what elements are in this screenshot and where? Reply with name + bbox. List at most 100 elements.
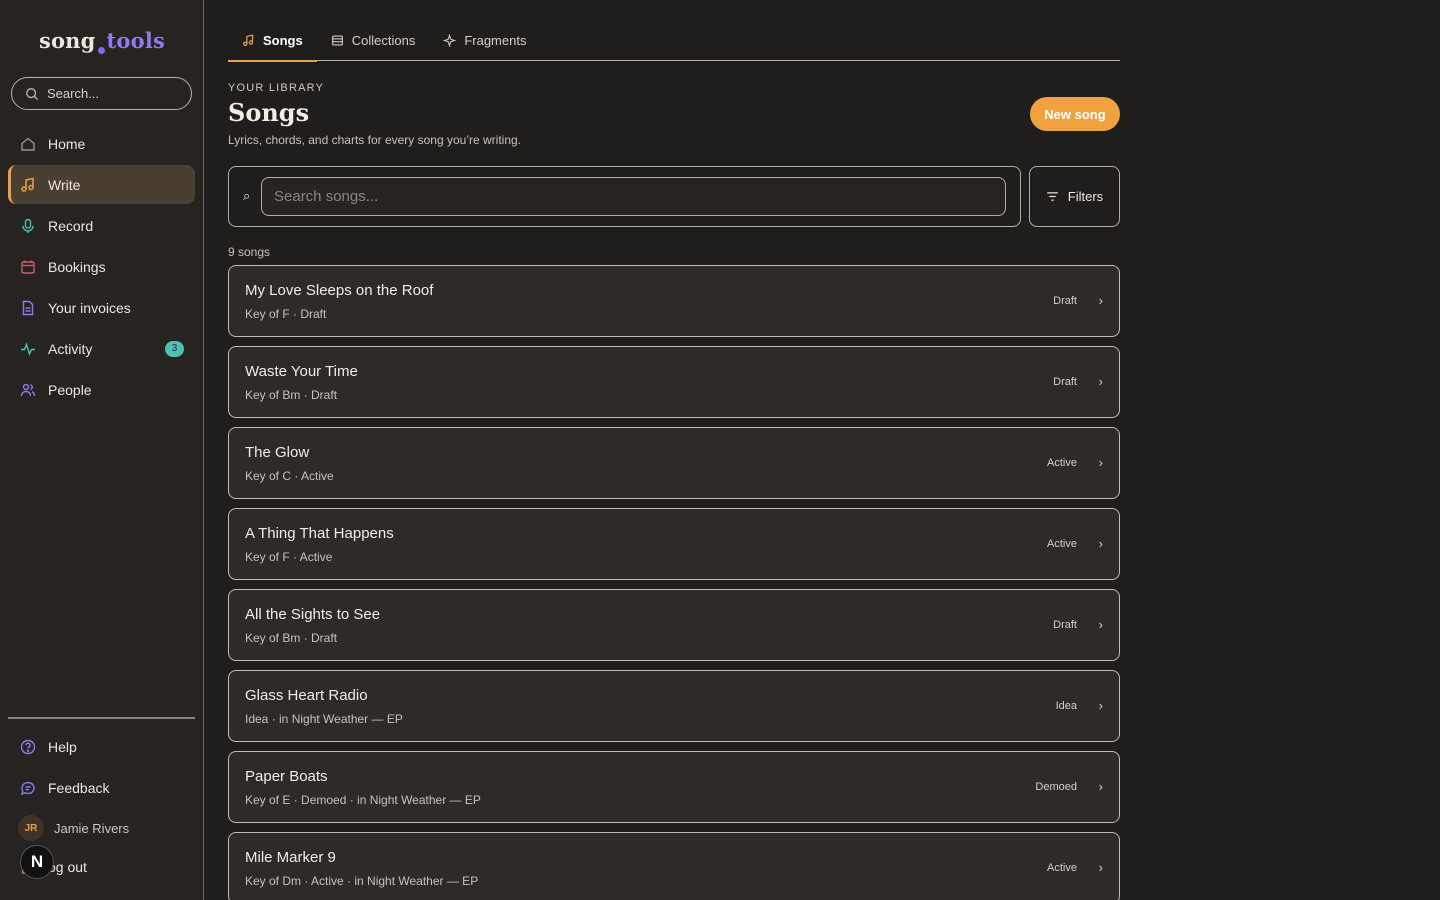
song-meta: Key of Dm · Active · in Night Weather — … <box>245 874 479 888</box>
sidebar-item-label: Activity <box>48 340 93 357</box>
music-note-icon <box>243 33 254 46</box>
song-meta: Idea · in Night Weather — EP <box>245 712 403 726</box>
chevron-right-icon: › <box>1098 617 1103 632</box>
logo-part-1: song <box>38 28 96 53</box>
song-search-input[interactable] <box>261 177 1006 216</box>
main-content: Songs Collections Fragments YOUR LIBRARY… <box>204 0 1440 900</box>
song-status: Draft <box>1053 619 1077 631</box>
sidebar-item-activity[interactable]: Activity 3 <box>8 329 195 368</box>
music-note-icon <box>21 177 34 192</box>
sidebar: song tools Home Write Record Bookings <box>0 0 204 900</box>
page-title: Songs <box>228 98 310 127</box>
invoice-icon <box>22 300 34 315</box>
sidebar-item-label: Home <box>48 135 86 152</box>
tab-collections[interactable]: Collections <box>317 20 430 60</box>
people-icon <box>20 383 36 396</box>
sidebar-item-label: Feedback <box>48 779 110 796</box>
sidebar-item-write[interactable]: Write <box>8 165 195 204</box>
logo-part-2: tools <box>106 28 166 53</box>
tab-label: Songs <box>263 32 303 48</box>
tab-songs[interactable]: Songs <box>228 20 317 62</box>
sidebar-search-input[interactable] <box>47 86 177 101</box>
song-status: Draft <box>1053 376 1077 388</box>
chevron-right-icon: › <box>1098 293 1103 308</box>
chevron-right-icon: › <box>1098 374 1103 389</box>
tab-label: Fragments <box>464 32 527 48</box>
user-name: Jamie Rivers <box>54 820 130 836</box>
song-title: All the Sights to See <box>245 606 381 623</box>
chat-bubble-icon <box>20 781 35 795</box>
song-title: A Thing That Happens <box>245 525 394 542</box>
filters-button[interactable]: Filters <box>1029 166 1120 227</box>
sidebar-item-label: People <box>48 381 92 398</box>
sparkle-icon <box>443 33 457 47</box>
user-profile[interactable]: JR Jamie Rivers <box>8 809 195 847</box>
tab-bar: Songs Collections Fragments <box>228 20 1120 62</box>
song-card[interactable]: Waste Your Time Key of Bm · Draft Draft … <box>228 346 1120 418</box>
song-card[interactable]: My Love Sleeps on the Roof Key of F · Dr… <box>228 265 1120 337</box>
song-title: My Love Sleeps on the Roof <box>245 282 434 299</box>
chevron-right-icon: › <box>1098 455 1103 470</box>
song-list: My Love Sleeps on the Roof Key of F · Dr… <box>228 265 1120 900</box>
sidebar-item-home[interactable]: Home <box>8 124 195 163</box>
song-card[interactable]: Mile Marker 9 Key of Dm · Active · in Ni… <box>228 832 1120 900</box>
sidebar-item-label: Help <box>48 738 77 755</box>
song-search-panel: ⌕ <box>228 166 1021 227</box>
song-status: Draft <box>1053 295 1077 307</box>
section-eyebrow: YOUR LIBRARY <box>228 82 325 94</box>
song-meta: Key of E · Demoed · in Night Weather — E… <box>245 793 481 807</box>
collection-icon <box>331 34 343 46</box>
n-floating-badge[interactable]: N <box>20 845 54 879</box>
sidebar-item-invoices[interactable]: Your invoices <box>8 288 195 327</box>
song-card[interactable]: All the Sights to See Key of Bm · Draft … <box>228 589 1120 661</box>
sidebar-item-label: Write <box>48 176 81 193</box>
sidebar-item-label: Record <box>48 217 94 234</box>
song-status: Idea <box>1055 700 1077 712</box>
logo[interactable]: song tools <box>0 28 204 54</box>
song-status: Active <box>1047 538 1077 550</box>
song-status: Active <box>1047 862 1077 874</box>
sidebar-item-people[interactable]: People <box>8 370 195 409</box>
song-title: Mile Marker 9 <box>245 849 336 866</box>
chevron-right-icon: › <box>1098 860 1103 875</box>
song-title: Paper Boats <box>245 768 328 785</box>
chevron-right-icon: › <box>1098 779 1103 794</box>
sidebar-nav: Home Write Record Bookings Your invoices… <box>8 124 195 411</box>
song-card[interactable]: Paper Boats Key of E · Demoed · in Night… <box>228 751 1120 823</box>
song-title: Glass Heart Radio <box>245 687 368 704</box>
song-status: Active <box>1047 457 1077 469</box>
activity-icon <box>21 341 35 356</box>
calendar-icon <box>21 260 35 274</box>
sidebar-item-label: Your invoices <box>48 299 131 316</box>
home-icon <box>21 137 35 151</box>
sidebar-divider <box>8 717 195 719</box>
filters-label: Filters <box>1067 189 1104 204</box>
sidebar-item-record[interactable]: Record <box>8 206 195 245</box>
microphone-icon <box>22 218 34 233</box>
song-meta: Key of C · Active <box>245 469 334 483</box>
sidebar-item-help[interactable]: Help <box>8 727 195 766</box>
song-meta: Key of F · Draft <box>245 307 327 321</box>
song-count: 9 songs <box>228 245 271 259</box>
tab-fragments[interactable]: Fragments <box>429 20 540 60</box>
search-icon: ⌕ <box>243 188 251 203</box>
avatar: JR <box>18 815 44 841</box>
sidebar-item-bookings[interactable]: Bookings <box>8 247 195 286</box>
help-icon <box>20 739 36 754</box>
song-title: Waste Your Time <box>245 363 358 380</box>
song-card[interactable]: The Glow Key of C · Active Active › <box>228 427 1120 499</box>
sidebar-item-feedback[interactable]: Feedback <box>8 768 195 807</box>
tab-label: Collections <box>351 32 416 48</box>
song-card[interactable]: Glass Heart Radio Idea · in Night Weathe… <box>228 670 1120 742</box>
song-title: The Glow <box>245 444 310 461</box>
song-status: Demoed <box>1035 781 1077 793</box>
new-song-button[interactable]: New song <box>1030 97 1120 131</box>
song-meta: Key of F · Active <box>245 550 333 564</box>
song-meta: Key of Bm · Draft <box>245 388 338 402</box>
song-meta: Key of Bm · Draft <box>245 631 338 645</box>
chevron-right-icon: › <box>1098 698 1103 713</box>
song-card[interactable]: A Thing That Happens Key of F · Active A… <box>228 508 1120 580</box>
search-icon <box>26 87 39 100</box>
sidebar-search[interactable] <box>11 77 192 110</box>
page-subtitle: Lyrics, chords, and charts for every son… <box>228 133 522 147</box>
